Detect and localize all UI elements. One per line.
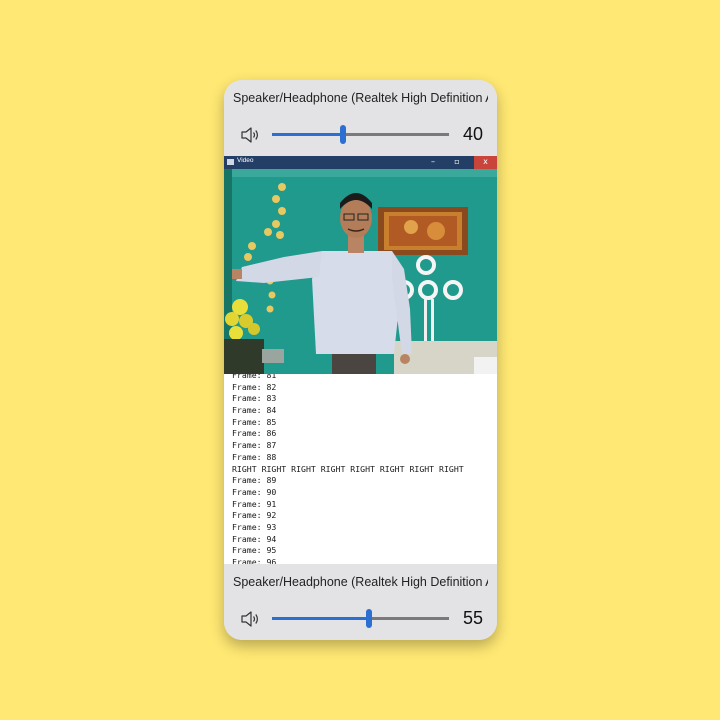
console-output: Frame: 81 Frame: 82 Frame: 83 Frame: 84 Fram…	[224, 374, 497, 564]
console-line: Frame: 95	[232, 545, 277, 556]
window-title: Video	[237, 157, 254, 164]
window-icon	[227, 159, 234, 165]
window-titlebar[interactable]: Video – ▫ x	[224, 156, 497, 169]
console-line: Frame: 86	[232, 428, 277, 439]
device-name[interactable]: Speaker/Headphone (Realtek High Definiti…	[233, 91, 488, 105]
console-lines: Frame: 81 Frame: 82 Frame: 83 Frame: 84 Fram…	[232, 374, 464, 564]
console-line: Frame: 85	[232, 416, 277, 427]
volume-slider-thumb[interactable]	[366, 609, 372, 628]
console-line: Frame: 84	[232, 405, 277, 416]
console-line: Frame: 89	[232, 475, 277, 486]
video-window: Video – ▫ x	[224, 156, 497, 374]
console-line: Frame: 88	[232, 451, 277, 462]
volume-value: 55	[462, 608, 483, 628]
speaker-icon[interactable]	[239, 608, 261, 630]
webcam-video-frame	[224, 169, 497, 374]
maximize-button[interactable]: ▫	[447, 156, 467, 169]
volume-flyout: Speaker/Headphone (Realtek High Definiti…	[224, 80, 497, 640]
volume-slider-thumb[interactable]	[340, 125, 346, 144]
volume-panel-bottom: Speaker/Headphone (Realtek High Definiti…	[224, 564, 497, 640]
console-line: Frame: 92	[232, 510, 277, 521]
console-line: Frame: 87	[232, 440, 277, 451]
volume-slider[interactable]	[272, 125, 449, 144]
volume-slider[interactable]	[272, 609, 449, 628]
console-line: Frame: 83	[232, 393, 277, 404]
volume-slider-fill	[272, 133, 343, 136]
console-line: Frame: 90	[232, 486, 277, 497]
console-line: Frame: 82	[232, 381, 277, 392]
volume-slider-fill	[272, 617, 369, 620]
console-line: Frame: 96	[232, 557, 277, 564]
speaker-icon[interactable]	[239, 124, 261, 146]
console-line: Frame: 93	[232, 521, 277, 532]
console-line: Frame: 81	[232, 374, 277, 380]
console-line: RIGHT RIGHT RIGHT RIGHT RIGHT RIGHT RIGH…	[232, 463, 464, 474]
close-button[interactable]: x	[474, 156, 497, 169]
volume-value: 40	[462, 124, 483, 144]
console-line: Frame: 94	[232, 533, 277, 544]
console-line: Frame: 91	[232, 498, 277, 509]
minimize-button[interactable]: –	[423, 156, 443, 169]
device-name[interactable]: Speaker/Headphone (Realtek High Definiti…	[233, 575, 488, 589]
volume-panel-top: Speaker/Headphone (Realtek High Definiti…	[224, 80, 497, 156]
